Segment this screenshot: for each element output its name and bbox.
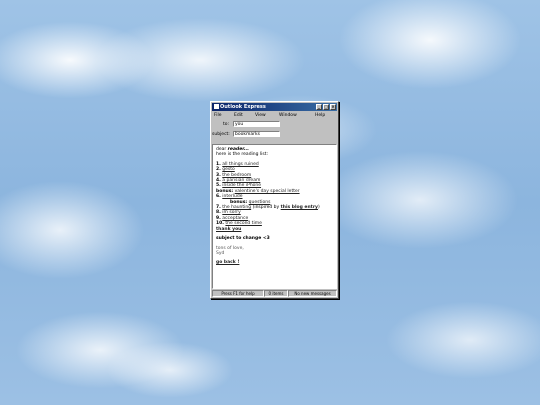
message-header: to: you subject: bookmarks <box>212 119 337 143</box>
close-button[interactable]: × <box>330 104 336 110</box>
link-item[interactable]: questions <box>249 200 271 205</box>
link-item[interactable]: gesto <box>222 167 235 172</box>
outlook-express-window: Outlook Express _ □ × File Edit View Win… <box>210 101 339 299</box>
menu-file[interactable]: File <box>212 112 234 119</box>
link-item[interactable]: inside the iPhone <box>222 183 261 188</box>
status-items: 0 items <box>264 290 288 297</box>
menu-view[interactable]: View <box>255 112 279 119</box>
menu-edit[interactable]: Edit <box>234 112 255 119</box>
to-field[interactable]: you <box>233 121 280 127</box>
menu-window[interactable]: Window <box>279 112 315 119</box>
menu-help[interactable]: Help <box>315 112 325 119</box>
link-item[interactable]: this blog entry <box>281 205 318 210</box>
link-item[interactable]: the second time <box>225 221 261 226</box>
maximize-button[interactable]: □ <box>323 104 329 110</box>
to-label: to: <box>222 122 229 127</box>
go-back-link[interactable]: go back ! <box>216 260 333 265</box>
outlook-icon <box>214 104 219 109</box>
window-title: Outlook Express <box>220 104 266 110</box>
menu-bar: File Edit View Window Help <box>212 112 337 119</box>
title-bar[interactable]: Outlook Express _ □ × <box>212 103 337 111</box>
link-item[interactable]: im sorry <box>222 210 240 215</box>
subject-field[interactable]: bookmarks <box>233 131 280 137</box>
link-item[interactable]: interlude <box>222 194 242 199</box>
link-item[interactable]: the bedroom <box>222 173 251 178</box>
link-item[interactable]: valentine's day special letter <box>235 189 300 194</box>
minimize-button[interactable]: _ <box>316 104 322 110</box>
message-body: dear reader... here is the reading list:… <box>212 144 337 289</box>
status-bar: Press F1 for help 0 items No new message… <box>212 290 337 297</box>
status-messages: No new messages <box>288 290 337 297</box>
subject-label: subject: <box>212 132 230 137</box>
status-help: Press F1 for help <box>212 290 264 297</box>
